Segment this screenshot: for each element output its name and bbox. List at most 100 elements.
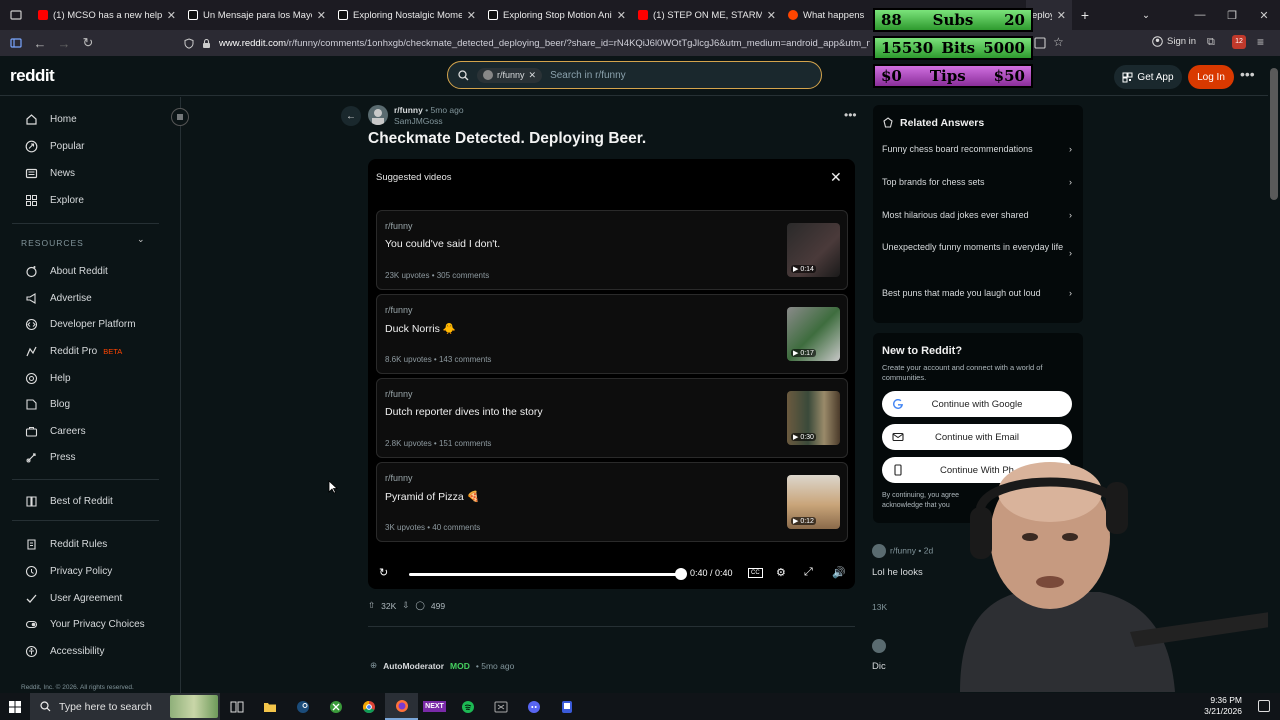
sidebar-item-press[interactable]: Press (24, 450, 76, 464)
scrollbar-thumb[interactable] (1270, 68, 1278, 200)
post-author[interactable]: SamJMGoss (394, 116, 464, 127)
sidebar-item-user-agreement[interactable]: User Agreement (24, 591, 122, 605)
browser-tab[interactable]: (1) MCSO has a new helper for✕ (32, 0, 182, 30)
downvote-icon[interactable]: ⇩ (402, 600, 409, 611)
sidebar-item-news[interactable]: News (24, 166, 75, 180)
close-tab-icon[interactable]: ✕ (317, 9, 326, 22)
progress-handle[interactable] (675, 568, 687, 580)
browser-tab[interactable]: Exploring Nostalgic Moments w✕ (332, 0, 482, 30)
minimize-icon[interactable]: — (1184, 0, 1216, 30)
spotify-icon[interactable] (451, 693, 484, 720)
sign-in-button[interactable]: Sign in (1152, 36, 1196, 47)
captions-icon[interactable]: CC (748, 568, 763, 578)
video-thumbnail[interactable]: ▶ 0:12 (787, 475, 840, 529)
replay-icon[interactable]: ↻ (379, 566, 388, 579)
subreddit-chip[interactable]: r/funny ✕ (477, 67, 543, 83)
sidebar-item-best-of-reddit[interactable]: Best of Reddit (24, 494, 113, 508)
extensions-icon[interactable]: ⧉ (1207, 36, 1215, 49)
comment-icon[interactable]: ◯ (415, 600, 425, 611)
address-bar[interactable]: www.reddit.com/r/funny/comments/1onhxgb/… (180, 33, 870, 53)
fullscreen-icon[interactable]: ⤢ (804, 566, 813, 579)
chrome-icon[interactable] (352, 693, 385, 720)
video-thumbnail[interactable]: ▶ 0:17 (787, 307, 840, 361)
remove-chip-icon[interactable]: ✕ (529, 70, 537, 81)
collapse-sidebar-button[interactable] (171, 108, 189, 126)
firefox-icon[interactable] (385, 693, 418, 720)
sidebar-item-privacy-choices[interactable]: Your Privacy Choices (24, 617, 145, 631)
tab-overflow-chevron-icon[interactable]: ⌄ (1136, 0, 1162, 30)
video-thumbnail[interactable]: ▶ 0:14 (787, 223, 840, 277)
related-answer-item[interactable]: Funny chess board recommendations › (882, 143, 1072, 156)
sidebar-item-advertise[interactable]: Advertise (24, 291, 92, 305)
browser-tab[interactable]: Un Mensaje para los Mayores |✕ (182, 0, 332, 30)
lock-icon[interactable] (202, 38, 211, 49)
close-suggestions-icon[interactable]: ✕ (830, 169, 842, 186)
back-button[interactable]: ← (341, 106, 361, 126)
sidebar-item-help[interactable]: Help (24, 371, 71, 385)
suggested-video-card[interactable]: r/funny You could've said I don't. 23K u… (376, 210, 848, 290)
related-answer-item[interactable]: Top brands for chess sets › (882, 176, 1072, 189)
extension-badge-icon[interactable]: 12 (1232, 35, 1246, 49)
subreddit-avatar[interactable] (368, 105, 388, 125)
sidebar-item-developer-platform[interactable]: Developer Platform (24, 317, 136, 331)
related-answer-item[interactable]: Best puns that made you laugh out loud › (882, 287, 1072, 300)
sidebar-item-accessibility[interactable]: Accessibility (24, 644, 104, 658)
reload-icon[interactable]: ↻ (76, 30, 100, 56)
close-window-icon[interactable]: ✕ (1248, 0, 1280, 30)
search-input[interactable]: r/funny ✕ Search in r/funny (447, 61, 822, 89)
task-view-icon[interactable] (220, 693, 253, 720)
volume-icon[interactable]: 🔊 (832, 566, 846, 579)
more-options-icon[interactable]: ••• (1240, 66, 1255, 82)
expand-comment-icon[interactable]: ⊕ (370, 660, 377, 671)
shield-icon[interactable] (184, 37, 194, 49)
taskbar-search-input[interactable]: Type here to search (30, 693, 220, 720)
reddit-logo[interactable]: reddit (10, 66, 55, 86)
sidebar-item-explore[interactable]: Explore (24, 193, 84, 207)
video-player[interactable]: Suggested videos ✕ r/funny You could've … (368, 159, 855, 589)
upvote-icon[interactable]: ⇧ (368, 600, 375, 611)
continue-with-email-button[interactable]: Continue with Email (882, 424, 1072, 450)
related-answer-item[interactable]: Most hilarious dad jokes ever shared › (882, 209, 1072, 222)
close-tab-icon[interactable]: ✕ (167, 9, 176, 22)
forward-icon[interactable]: → (52, 30, 76, 56)
page-scrollbar[interactable] (1268, 56, 1280, 693)
new-tab-button[interactable]: + (1072, 0, 1098, 30)
continue-with-google-button[interactable]: Continue with Google (882, 391, 1072, 417)
tab-list-icon[interactable] (0, 0, 32, 30)
close-tab-icon[interactable]: ✕ (467, 9, 476, 22)
file-explorer-icon[interactable] (253, 693, 286, 720)
menu-icon[interactable]: ≡ (1257, 35, 1264, 49)
steam-icon[interactable] (286, 693, 319, 720)
sidebar-item-blog[interactable]: Blog (24, 397, 70, 411)
browser-tab[interactable]: What happens if you (782, 0, 872, 30)
restore-icon[interactable]: ❐ (1216, 0, 1248, 30)
sidebar-item-home[interactable]: Home (24, 112, 77, 126)
close-tab-icon[interactable]: ✕ (617, 9, 626, 22)
notifications-icon[interactable] (1258, 700, 1270, 712)
sidebar-item-reddit-pro[interactable]: Reddit Pro BETA (24, 344, 122, 358)
bookmark-star-icon[interactable]: ☆ (1053, 35, 1064, 49)
browser-tab[interactable]: (1) STEP ON ME, STARMIE! - Yo✕ (632, 0, 782, 30)
reader-view-icon[interactable] (1034, 37, 1046, 49)
settings-gear-icon[interactable]: ⚙ (776, 566, 786, 579)
sidebar-toggle-icon[interactable] (4, 30, 28, 56)
post-subreddit-link[interactable]: r/funny (394, 105, 423, 115)
progress-track[interactable] (409, 573, 681, 576)
get-app-button[interactable]: Get App (1114, 65, 1182, 89)
sidebar-item-careers[interactable]: Careers (24, 424, 86, 438)
post-options-icon[interactable]: ••• (844, 108, 857, 122)
suggested-video-card[interactable]: r/funny Dutch reporter dives into the st… (376, 378, 848, 458)
discord-icon[interactable] (517, 693, 550, 720)
suggested-video-card[interactable]: r/funny Pyramid of Pizza 🍕 3K upvotes • … (376, 462, 848, 542)
obs-icon[interactable] (550, 693, 583, 720)
windows-start-icon[interactable] (0, 693, 30, 720)
login-button[interactable]: Log In (1188, 65, 1234, 89)
comment-author[interactable]: AutoModerator (383, 661, 444, 671)
sidebar-item-popular[interactable]: Popular (24, 139, 84, 153)
xbox-icon[interactable] (319, 693, 352, 720)
sidebar-item-reddit-rules[interactable]: Reddit Rules (24, 537, 107, 551)
sidebar-item-privacy-policy[interactable]: Privacy Policy (24, 564, 112, 578)
next-app-icon[interactable]: NEXT (418, 693, 451, 720)
video-thumbnail[interactable]: ▶ 0:30 (787, 391, 840, 445)
suggested-video-card[interactable]: r/funny Duck Norris 🐥 8.6K upvotes • 143… (376, 294, 848, 374)
